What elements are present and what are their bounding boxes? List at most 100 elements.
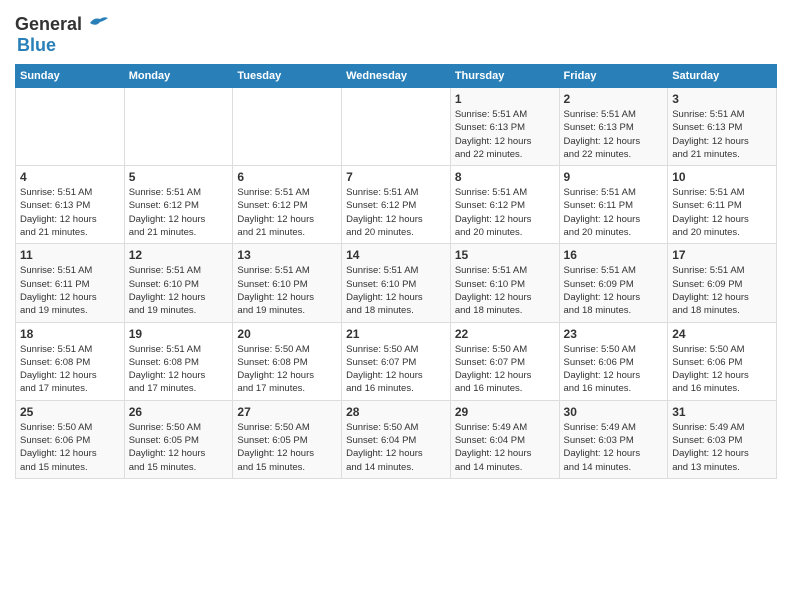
calendar-cell: 15 Sunrise: 5:51 AM Sunset: 6:10 PM Dayli… (450, 244, 559, 322)
calendar-cell: 6 Sunrise: 5:51 AM Sunset: 6:12 PM Daylig… (233, 166, 342, 244)
calendar-cell: 2 Sunrise: 5:51 AM Sunset: 6:13 PM Daylig… (559, 88, 668, 166)
day-number: 3 (672, 92, 772, 106)
day-number: 21 (346, 327, 446, 341)
day-info: Sunrise: 5:51 AM Sunset: 6:08 PM Dayligh… (20, 343, 120, 396)
weekday-header-thursday: Thursday (450, 65, 559, 88)
weekday-header-tuesday: Tuesday (233, 65, 342, 88)
day-info: Sunrise: 5:51 AM Sunset: 6:12 PM Dayligh… (129, 186, 229, 239)
day-info: Sunrise: 5:50 AM Sunset: 6:07 PM Dayligh… (455, 343, 555, 396)
calendar-cell (124, 88, 233, 166)
day-number: 4 (20, 170, 120, 184)
day-info: Sunrise: 5:51 AM Sunset: 6:09 PM Dayligh… (672, 264, 772, 317)
day-info: Sunrise: 5:50 AM Sunset: 6:06 PM Dayligh… (20, 421, 120, 474)
day-info: Sunrise: 5:50 AM Sunset: 6:08 PM Dayligh… (237, 343, 337, 396)
calendar-cell: 26 Sunrise: 5:50 AM Sunset: 6:05 PM Dayli… (124, 400, 233, 478)
day-number: 16 (564, 248, 664, 262)
calendar-cell: 12 Sunrise: 5:51 AM Sunset: 6:10 PM Dayli… (124, 244, 233, 322)
day-info: Sunrise: 5:51 AM Sunset: 6:13 PM Dayligh… (564, 108, 664, 161)
weekday-header-monday: Monday (124, 65, 233, 88)
day-info: Sunrise: 5:51 AM Sunset: 6:09 PM Dayligh… (564, 264, 664, 317)
calendar-cell: 20 Sunrise: 5:50 AM Sunset: 6:08 PM Dayli… (233, 322, 342, 400)
weekday-header-wednesday: Wednesday (342, 65, 451, 88)
calendar-week-1: 1Sunrise: 5:51 AM Sunset: 6:13 PM Daylig… (16, 88, 777, 166)
day-number: 28 (346, 405, 446, 419)
calendar-table: SundayMondayTuesdayWednesdayThursdayFrid… (15, 64, 777, 479)
day-info: Sunrise: 5:50 AM Sunset: 6:06 PM Dayligh… (672, 343, 772, 396)
calendar-cell: 31Sunrise: 5:49 AM Sunset: 6:03 PM Dayli… (668, 400, 777, 478)
day-number: 10 (672, 170, 772, 184)
calendar-cell: 29 Sunrise: 5:49 AM Sunset: 6:04 PM Dayli… (450, 400, 559, 478)
day-info: Sunrise: 5:51 AM Sunset: 6:12 PM Dayligh… (455, 186, 555, 239)
day-info: Sunrise: 5:51 AM Sunset: 6:12 PM Dayligh… (346, 186, 446, 239)
day-number: 9 (564, 170, 664, 184)
day-info: Sunrise: 5:49 AM Sunset: 6:03 PM Dayligh… (672, 421, 772, 474)
calendar-cell: 19Sunrise: 5:51 AM Sunset: 6:08 PM Dayli… (124, 322, 233, 400)
day-number: 14 (346, 248, 446, 262)
calendar-cell: 13Sunrise: 5:51 AM Sunset: 6:10 PM Dayli… (233, 244, 342, 322)
day-info: Sunrise: 5:51 AM Sunset: 6:11 PM Dayligh… (564, 186, 664, 239)
calendar-cell: 1Sunrise: 5:51 AM Sunset: 6:13 PM Daylig… (450, 88, 559, 166)
day-number: 18 (20, 327, 120, 341)
calendar-cell: 7 Sunrise: 5:51 AM Sunset: 6:12 PM Daylig… (342, 166, 451, 244)
day-info: Sunrise: 5:51 AM Sunset: 6:10 PM Dayligh… (129, 264, 229, 317)
day-number: 17 (672, 248, 772, 262)
calendar-cell: 14Sunrise: 5:51 AM Sunset: 6:10 PM Dayli… (342, 244, 451, 322)
day-info: Sunrise: 5:51 AM Sunset: 6:10 PM Dayligh… (455, 264, 555, 317)
day-number: 11 (20, 248, 120, 262)
logo: General Blue (15, 10, 108, 56)
day-number: 2 (564, 92, 664, 106)
day-number: 6 (237, 170, 337, 184)
day-number: 22 (455, 327, 555, 341)
day-info: Sunrise: 5:51 AM Sunset: 6:13 PM Dayligh… (455, 108, 555, 161)
day-number: 26 (129, 405, 229, 419)
day-number: 29 (455, 405, 555, 419)
day-info: Sunrise: 5:51 AM Sunset: 6:11 PM Dayligh… (672, 186, 772, 239)
day-info: Sunrise: 5:51 AM Sunset: 6:12 PM Dayligh… (237, 186, 337, 239)
day-number: 27 (237, 405, 337, 419)
day-number: 5 (129, 170, 229, 184)
weekday-header-saturday: Saturday (668, 65, 777, 88)
calendar-cell: 5 Sunrise: 5:51 AM Sunset: 6:12 PM Daylig… (124, 166, 233, 244)
day-info: Sunrise: 5:50 AM Sunset: 6:05 PM Dayligh… (237, 421, 337, 474)
calendar-week-2: 4Sunrise: 5:51 AM Sunset: 6:13 PM Daylig… (16, 166, 777, 244)
day-info: Sunrise: 5:50 AM Sunset: 6:07 PM Dayligh… (346, 343, 446, 396)
day-info: Sunrise: 5:50 AM Sunset: 6:04 PM Dayligh… (346, 421, 446, 474)
day-number: 7 (346, 170, 446, 184)
calendar-cell: 22 Sunrise: 5:50 AM Sunset: 6:07 PM Dayli… (450, 322, 559, 400)
header: General Blue (15, 10, 777, 56)
logo-bird-icon (86, 15, 108, 31)
day-number: 19 (129, 327, 229, 341)
day-info: Sunrise: 5:50 AM Sunset: 6:05 PM Dayligh… (129, 421, 229, 474)
calendar-cell (233, 88, 342, 166)
calendar-cell: 21 Sunrise: 5:50 AM Sunset: 6:07 PM Dayli… (342, 322, 451, 400)
day-info: Sunrise: 5:51 AM Sunset: 6:10 PM Dayligh… (237, 264, 337, 317)
logo-text-general: General (15, 14, 82, 35)
calendar-cell: 28 Sunrise: 5:50 AM Sunset: 6:04 PM Dayli… (342, 400, 451, 478)
day-info: Sunrise: 5:51 AM Sunset: 6:11 PM Dayligh… (20, 264, 120, 317)
calendar-cell: 25 Sunrise: 5:50 AM Sunset: 6:06 PM Dayli… (16, 400, 125, 478)
day-number: 20 (237, 327, 337, 341)
day-info: Sunrise: 5:49 AM Sunset: 6:03 PM Dayligh… (564, 421, 664, 474)
calendar-cell: 4Sunrise: 5:51 AM Sunset: 6:13 PM Daylig… (16, 166, 125, 244)
calendar-cell: 9 Sunrise: 5:51 AM Sunset: 6:11 PM Daylig… (559, 166, 668, 244)
calendar-cell: 3 Sunrise: 5:51 AM Sunset: 6:13 PM Daylig… (668, 88, 777, 166)
day-number: 24 (672, 327, 772, 341)
calendar-cell: 8 Sunrise: 5:51 AM Sunset: 6:12 PM Daylig… (450, 166, 559, 244)
calendar-cell: 18 Sunrise: 5:51 AM Sunset: 6:08 PM Dayli… (16, 322, 125, 400)
day-number: 8 (455, 170, 555, 184)
calendar-cell (16, 88, 125, 166)
day-info: Sunrise: 5:49 AM Sunset: 6:04 PM Dayligh… (455, 421, 555, 474)
weekday-header-sunday: Sunday (16, 65, 125, 88)
calendar-week-3: 11 Sunrise: 5:51 AM Sunset: 6:11 PM Dayli… (16, 244, 777, 322)
calendar-cell (342, 88, 451, 166)
day-number: 30 (564, 405, 664, 419)
calendar-cell: 24 Sunrise: 5:50 AM Sunset: 6:06 PM Dayli… (668, 322, 777, 400)
day-info: Sunrise: 5:51 AM Sunset: 6:13 PM Dayligh… (672, 108, 772, 161)
logo-text-blue: Blue (17, 35, 56, 55)
calendar-cell: 30 Sunrise: 5:49 AM Sunset: 6:03 PM Dayli… (559, 400, 668, 478)
day-number: 12 (129, 248, 229, 262)
day-info: Sunrise: 5:50 AM Sunset: 6:06 PM Dayligh… (564, 343, 664, 396)
day-number: 15 (455, 248, 555, 262)
day-number: 25 (20, 405, 120, 419)
calendar-cell: 27 Sunrise: 5:50 AM Sunset: 6:05 PM Dayli… (233, 400, 342, 478)
